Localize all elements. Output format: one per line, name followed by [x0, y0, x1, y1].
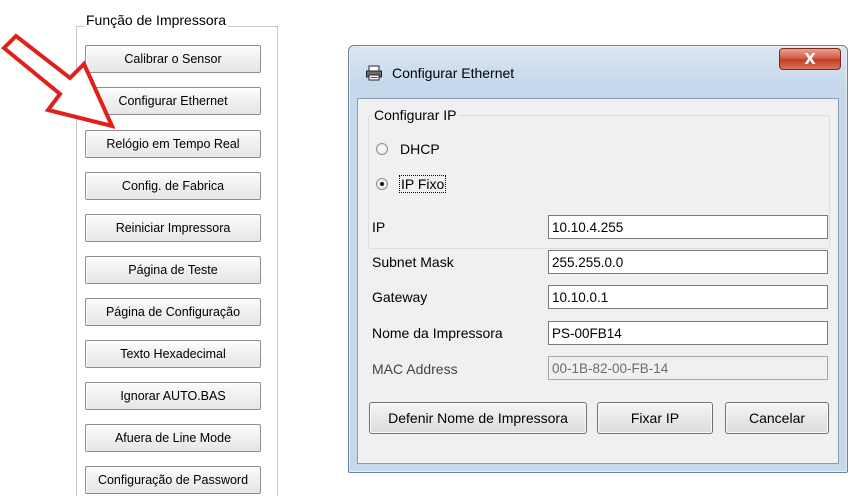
hex-text-button[interactable]: Texto Hexadecimal — [85, 340, 261, 368]
mac-address-field — [548, 356, 828, 380]
fixed-ip-radio[interactable] — [376, 178, 388, 190]
dhcp-radio-option[interactable]: DHCP — [376, 141, 440, 157]
fixed-ip-radio-option[interactable]: IP Fixo — [376, 175, 447, 193]
mac-address-label: MAC Address — [372, 361, 458, 377]
printer-name-label: Nome da Impressora — [372, 325, 503, 341]
ignore-autobas-button[interactable]: Ignorar AUTO.BAS — [85, 382, 261, 410]
real-time-clock-button[interactable]: Relógio em Tempo Real — [85, 130, 261, 158]
restart-printer-button[interactable]: Reiniciar Impressora — [85, 214, 261, 242]
ip-label: IP — [372, 219, 386, 235]
gateway-input[interactable] — [548, 285, 828, 309]
printer-icon — [366, 65, 382, 81]
close-button[interactable]: X — [779, 48, 841, 70]
set-ip-button[interactable]: Fixar IP — [597, 402, 713, 434]
dhcp-label: DHCP — [400, 141, 440, 157]
config-page-button[interactable]: Página de Configuração — [85, 298, 261, 326]
cancel-button[interactable]: Cancelar — [725, 402, 829, 434]
set-printer-name-button[interactable]: Defenir Nome de Impressora — [369, 402, 587, 434]
configure-ip-title: Configurar IP — [372, 107, 459, 123]
subnet-mask-label: Subnet Mask — [372, 254, 454, 270]
subnet-mask-input[interactable] — [548, 250, 828, 274]
password-config-button[interactable]: Configuração de Password — [85, 466, 261, 494]
line-mode-button[interactable]: Afuera de Line Mode — [85, 424, 261, 452]
printer-function-title: Função de Impressora — [84, 12, 229, 28]
printer-name-input[interactable] — [548, 321, 828, 345]
test-page-button[interactable]: Página de Teste — [85, 256, 261, 284]
ip-input[interactable] — [548, 215, 828, 239]
close-icon: X — [804, 50, 816, 68]
arrow-right-icon — [1, 33, 116, 129]
dialog-titlebar[interactable]: Configurar Ethernet X — [349, 46, 847, 98]
dhcp-radio[interactable] — [376, 143, 388, 155]
fixed-ip-label: IP Fixo — [398, 175, 447, 193]
dialog-title: Configurar Ethernet — [392, 65, 515, 81]
configure-ethernet-dialog: Configurar Ethernet X Configurar IP DHCP… — [348, 45, 848, 473]
factory-config-button[interactable]: Config. de Fabrica — [85, 172, 261, 200]
gateway-label: Gateway — [372, 289, 428, 305]
